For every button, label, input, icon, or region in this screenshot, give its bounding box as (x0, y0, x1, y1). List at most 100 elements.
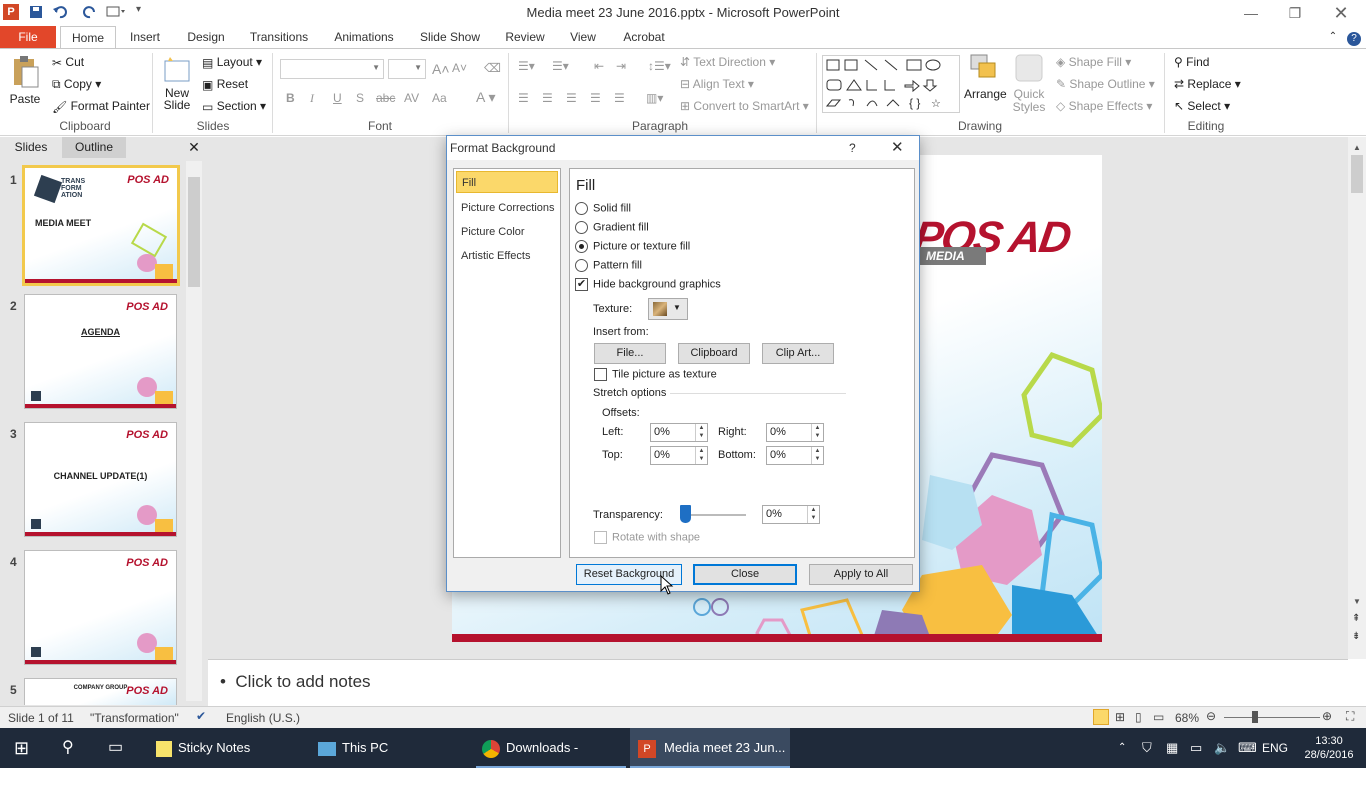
slide-thumbnail-2[interactable]: POS AD AGENDA (24, 294, 177, 409)
network-icon[interactable]: ▦ (1166, 728, 1180, 768)
spinner-arrows-icon[interactable]: ▲ ▼ (695, 424, 707, 441)
replace-button[interactable]: ⇄ Replace ▾ (1174, 77, 1241, 91)
zoom-slider[interactable] (1224, 717, 1320, 718)
paste-button[interactable]: Paste (8, 55, 42, 106)
reset-button[interactable]: ▣ Reset (202, 77, 248, 92)
bottom-offset-input[interactable]: 0% ▲ ▼ (766, 446, 824, 465)
scroll-thumb[interactable] (188, 177, 200, 287)
grow-font-icon[interactable]: A˄ (432, 61, 450, 77)
task-view-icon[interactable]: ▭ (108, 728, 130, 768)
battery-icon[interactable]: ▭ (1190, 728, 1204, 768)
language-indicator[interactable]: English (U.S.) (226, 711, 300, 725)
tab-home[interactable]: Home (60, 26, 116, 49)
shapes-gallery[interactable]: { } ☆ (822, 55, 960, 113)
columns-icon[interactable]: ▥▾ (646, 91, 663, 105)
font-family-select[interactable]: ▼ (280, 59, 384, 79)
gradient-fill-radio[interactable]: Gradient fill (575, 221, 649, 234)
tab-review[interactable]: Review (500, 26, 550, 48)
increase-indent-icon[interactable]: ⇥ (616, 59, 626, 73)
slide-thumbnail-3[interactable]: POS AD CHANNEL UPDATE(1) (24, 422, 177, 537)
taskbar-chrome[interactable]: Downloads - Googl... (476, 728, 626, 795)
distributed-icon[interactable]: ☰ (614, 91, 625, 105)
tab-view[interactable]: View (562, 26, 604, 48)
tab-design[interactable]: Design (180, 26, 232, 48)
transparency-slider-thumb[interactable] (680, 505, 691, 523)
taskbar-sticky-notes[interactable]: Sticky Notes (156, 728, 306, 768)
zoom-level[interactable]: 68% (1175, 711, 1199, 725)
char-spacing-icon[interactable]: AV (404, 91, 419, 105)
show-hidden-icons[interactable]: ⌃ (1118, 728, 1132, 768)
shield-icon[interactable]: ⛉ (1142, 728, 1156, 768)
clock[interactable]: 13:30 28/6/2016 (1300, 728, 1358, 768)
windows-start-icon[interactable]: ⊞ (14, 728, 34, 768)
hide-background-checkbox[interactable]: ✔ Hide background graphics (575, 278, 721, 291)
shape-fill-button[interactable]: ◈ Shape Fill ▾ (1056, 55, 1131, 69)
next-slide-icon[interactable]: ⇟ (1352, 631, 1360, 642)
quick-styles-button[interactable]: Quick Styles (1008, 53, 1050, 114)
tile-picture-checkbox[interactable]: Tile picture as texture (594, 368, 717, 381)
scroll-thumb[interactable] (1351, 155, 1363, 193)
zoom-slider-thumb[interactable] (1252, 711, 1258, 723)
nav-picture-color[interactable]: Picture Color (456, 221, 558, 243)
slide-thumbnail-1[interactable]: TRANS FORM ATION POS AD MEDIA MEET (22, 165, 180, 286)
scroll-up-icon[interactable]: ▲ (1353, 143, 1361, 152)
section-button[interactable]: ▭ Section ▾ (202, 99, 266, 114)
tab-acrobat[interactable]: Acrobat (616, 26, 672, 48)
slides-scrollbar[interactable] (186, 161, 202, 701)
tab-insert[interactable]: Insert (122, 26, 168, 48)
top-offset-input[interactable]: 0% ▲ ▼ (650, 446, 708, 465)
spellcheck-icon[interactable]: ✔ (196, 709, 206, 723)
convert-smartart-button[interactable]: ⊞ Convert to SmartArt ▾ (680, 99, 809, 113)
file-button[interactable]: File... (594, 343, 666, 364)
normal-view-icon[interactable] (1093, 709, 1109, 725)
close-button[interactable]: Close (693, 564, 797, 585)
notes-pane[interactable]: • Click to add notes (208, 659, 1348, 705)
spinner-arrows-icon[interactable]: ▲ ▼ (811, 424, 823, 441)
tab-slide-show[interactable]: Slide Show (414, 26, 486, 48)
nav-artistic-effects[interactable]: Artistic Effects (456, 245, 558, 267)
taskbar-this-pc[interactable]: This PC (318, 728, 468, 768)
bold-button[interactable]: B (286, 91, 295, 105)
nav-picture-corrections[interactable]: Picture Corrections (456, 197, 558, 219)
text-direction-button[interactable]: ⇵ Text Direction ▾ (680, 55, 775, 69)
texture-dropdown[interactable]: ▼ (648, 298, 688, 320)
numbering-icon[interactable]: ☰▾ (552, 59, 569, 73)
align-right-icon[interactable]: ☰ (566, 91, 577, 105)
zoom-in-icon[interactable]: ⊕ (1322, 709, 1332, 723)
close-pane-icon[interactable]: ✕ (186, 137, 202, 158)
cut-button[interactable]: ✂ Cut (52, 55, 84, 70)
left-offset-input[interactable]: 0% ▲ ▼ (650, 423, 708, 442)
spinner-arrows-icon[interactable]: ▲ ▼ (695, 447, 707, 464)
shape-effects-button[interactable]: ◇ Shape Effects ▾ (1056, 99, 1152, 113)
reading-view-icon[interactable]: ▯ (1135, 710, 1142, 724)
slide-thumbnail-5[interactable]: POS AD COMPANY GROUP (24, 678, 177, 705)
dialog-help-button[interactable]: ? (849, 136, 856, 160)
nav-fill[interactable]: Fill (456, 171, 558, 193)
clip-art-button[interactable]: Clip Art... (762, 343, 834, 364)
transparency-input[interactable]: 0% ▲ ▼ (762, 505, 820, 524)
taskbar-powerpoint[interactable]: P Media meet 23 Jun... (630, 728, 790, 768)
prev-slide-icon[interactable]: ⇞ (1352, 613, 1360, 624)
find-button[interactable]: ⚲ Find (1174, 55, 1209, 69)
fit-slide-icon[interactable]: ⛶ (1346, 709, 1354, 724)
format-painter-button[interactable]: 🖌 Format Painter (52, 99, 150, 114)
slideshow-view-icon[interactable]: ▭ (1153, 710, 1164, 724)
spinner-arrows-icon[interactable]: ▲ ▼ (811, 447, 823, 464)
align-left-icon[interactable]: ☰ (518, 91, 529, 105)
right-offset-input[interactable]: 0% ▲ ▼ (766, 423, 824, 442)
align-text-button[interactable]: ⊟ Align Text ▾ (680, 77, 754, 91)
shape-outline-button[interactable]: ✎ Shape Outline ▾ (1056, 77, 1155, 91)
spinner-arrows-icon[interactable]: ▲ ▼ (807, 506, 819, 523)
clipboard-button[interactable]: Clipboard (678, 343, 750, 364)
apply-to-all-button[interactable]: Apply to All (809, 564, 913, 585)
shadow-button[interactable]: S (356, 91, 364, 105)
zoom-out-icon[interactable]: ⊖ (1206, 709, 1216, 723)
input-language[interactable]: ENG (1262, 728, 1292, 768)
new-slide-button[interactable]: New Slide (158, 55, 196, 111)
bullets-icon[interactable]: ☰▾ (518, 59, 535, 73)
close-icon[interactable]: ✕ (1318, 0, 1364, 26)
help-icon[interactable]: ? (1346, 26, 1362, 48)
search-icon[interactable]: ⚲ (62, 728, 82, 768)
change-case-icon[interactable]: Aa (432, 91, 447, 105)
copy-button[interactable]: ⧉ Copy ▾ (52, 77, 101, 92)
